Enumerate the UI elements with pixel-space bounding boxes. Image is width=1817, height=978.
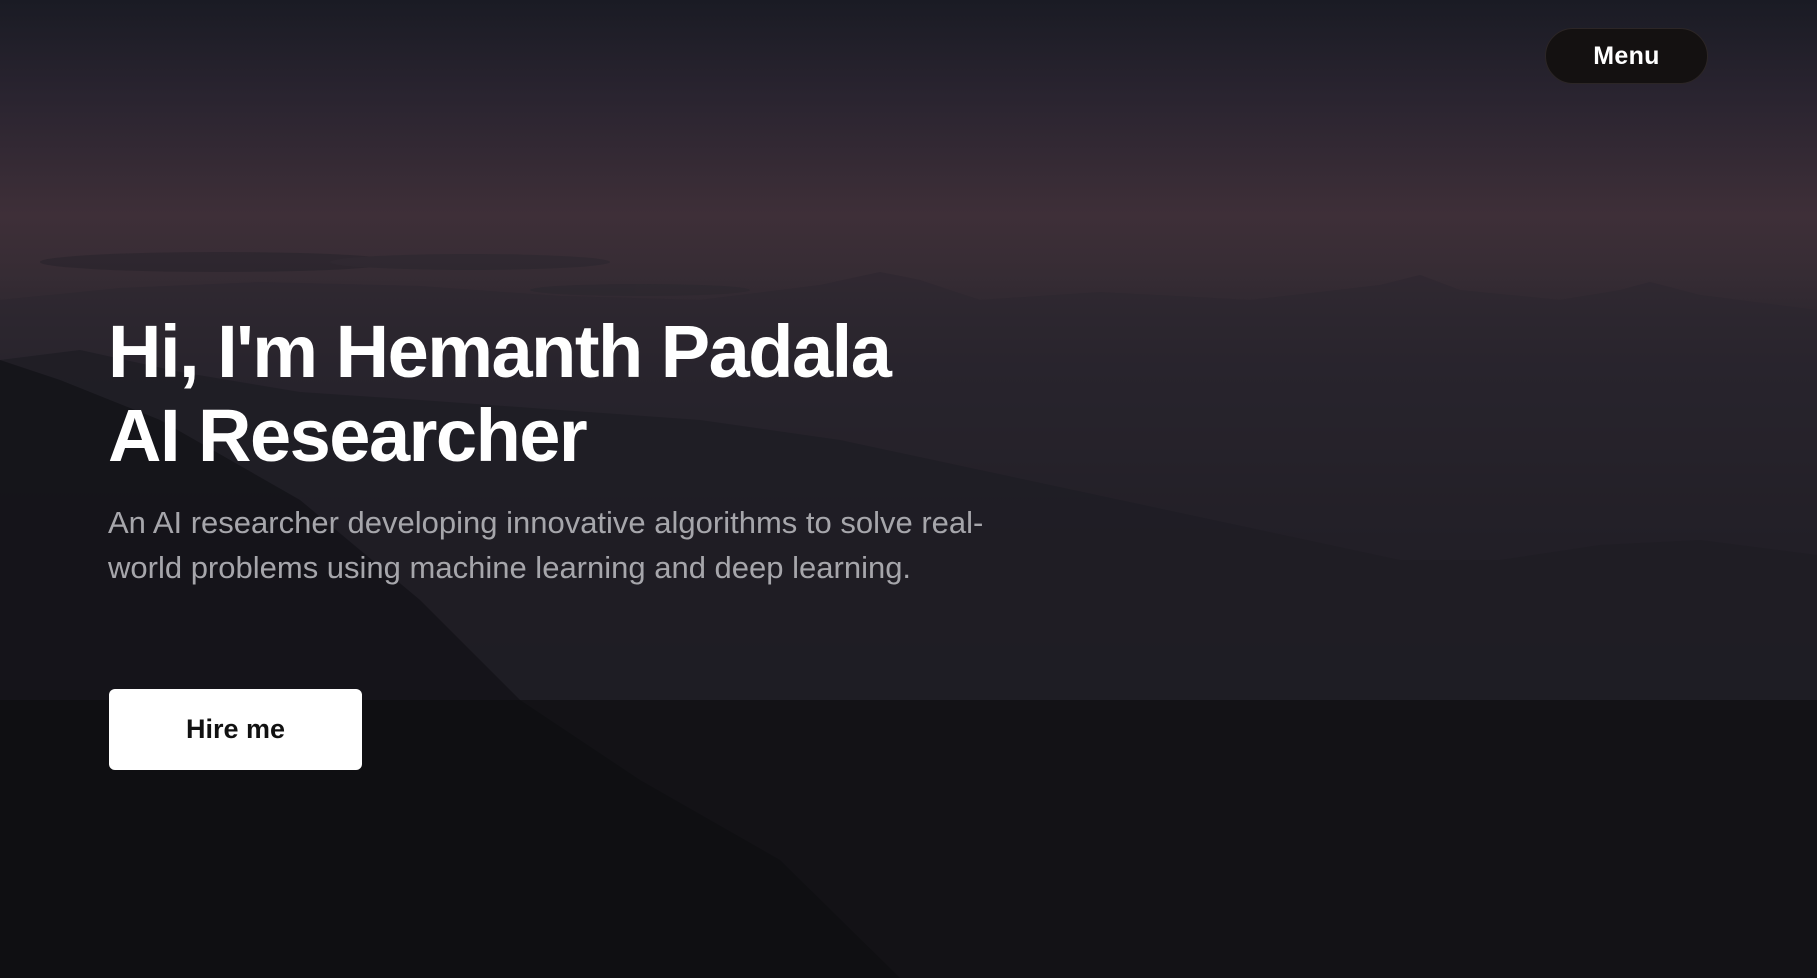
headline-greeting: Hi, I'm Hemanth Padala: [108, 310, 892, 393]
menu-button[interactable]: Menu: [1545, 28, 1708, 84]
headline-role: AI Researcher: [108, 394, 588, 477]
hero-section: Menu Hi, I'm Hemanth Padala AI Researche…: [0, 0, 1817, 978]
mountain-background-image: [0, 252, 1817, 978]
hero-headline: Hi, I'm Hemanth Padala AI Researcher: [108, 310, 892, 478]
hire-me-button[interactable]: Hire me: [109, 689, 362, 770]
hero-subtitle: An AI researcher developing innovative a…: [108, 505, 984, 585]
